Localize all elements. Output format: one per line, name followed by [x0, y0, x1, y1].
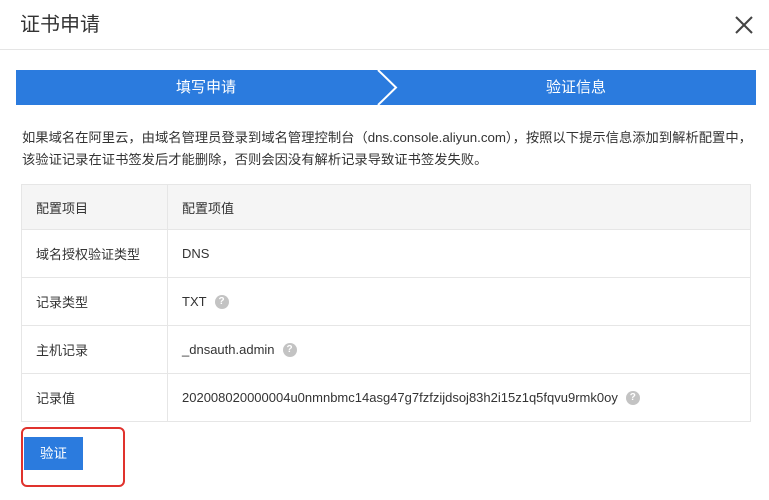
header-config-value: 配置项值 — [167, 184, 751, 230]
dialog-title: 证书申请 — [20, 14, 100, 36]
table-row: 记录值 202008020000004u0nmnbmc14asg47g7fzfz… — [21, 373, 751, 422]
step-verify-info: 验证信息 — [545, 79, 606, 96]
row-label: 域名授权验证类型 — [21, 229, 168, 278]
row-value: DNS — [167, 229, 751, 278]
help-icon[interactable]: ? — [282, 343, 297, 358]
row-value: TXT? — [167, 277, 751, 326]
highlight-box — [21, 427, 125, 487]
value-text: TXT — [182, 293, 207, 309]
table-row: 域名授权验证类型 DNS — [21, 229, 751, 278]
value-text: DNS — [182, 246, 210, 261]
row-label: 记录类型 — [21, 277, 168, 326]
table-header-row: 配置项目 配置项值 — [21, 184, 751, 230]
help-icon[interactable]: ? — [625, 391, 640, 406]
header-config-item: 配置项目 — [21, 184, 168, 230]
step-fill-application: 填写申请 — [175, 79, 236, 96]
step-indicator: 填写申请 验证信息 — [16, 70, 756, 105]
dns-config-table: 配置项目 配置项值 域名授权验证类型 DNS 记录类型 TXT? 主机记录 _d… — [21, 184, 751, 422]
row-value: 202008020000004u0nmnbmc14asg47g7fzfzijds… — [167, 373, 751, 422]
help-icon[interactable]: ? — [214, 295, 229, 310]
table-row: 主机记录 _dnsauth.admin? — [21, 325, 751, 374]
dialog-header: 证书申请 — [0, 0, 769, 50]
row-label: 记录值 — [21, 373, 168, 422]
row-label: 主机记录 — [21, 325, 168, 374]
value-text: 202008020000004u0nmnbmc14asg47g7fzfzijds… — [182, 389, 618, 405]
value-text: _dnsauth.admin — [182, 341, 275, 357]
notice-text: 如果域名在阿里云，由域名管理员登录到域名管理控制台（dns.console.al… — [22, 130, 752, 167]
close-icon[interactable] — [731, 12, 757, 38]
row-value: _dnsauth.admin? — [167, 325, 751, 374]
table-row: 记录类型 TXT? — [21, 277, 751, 326]
